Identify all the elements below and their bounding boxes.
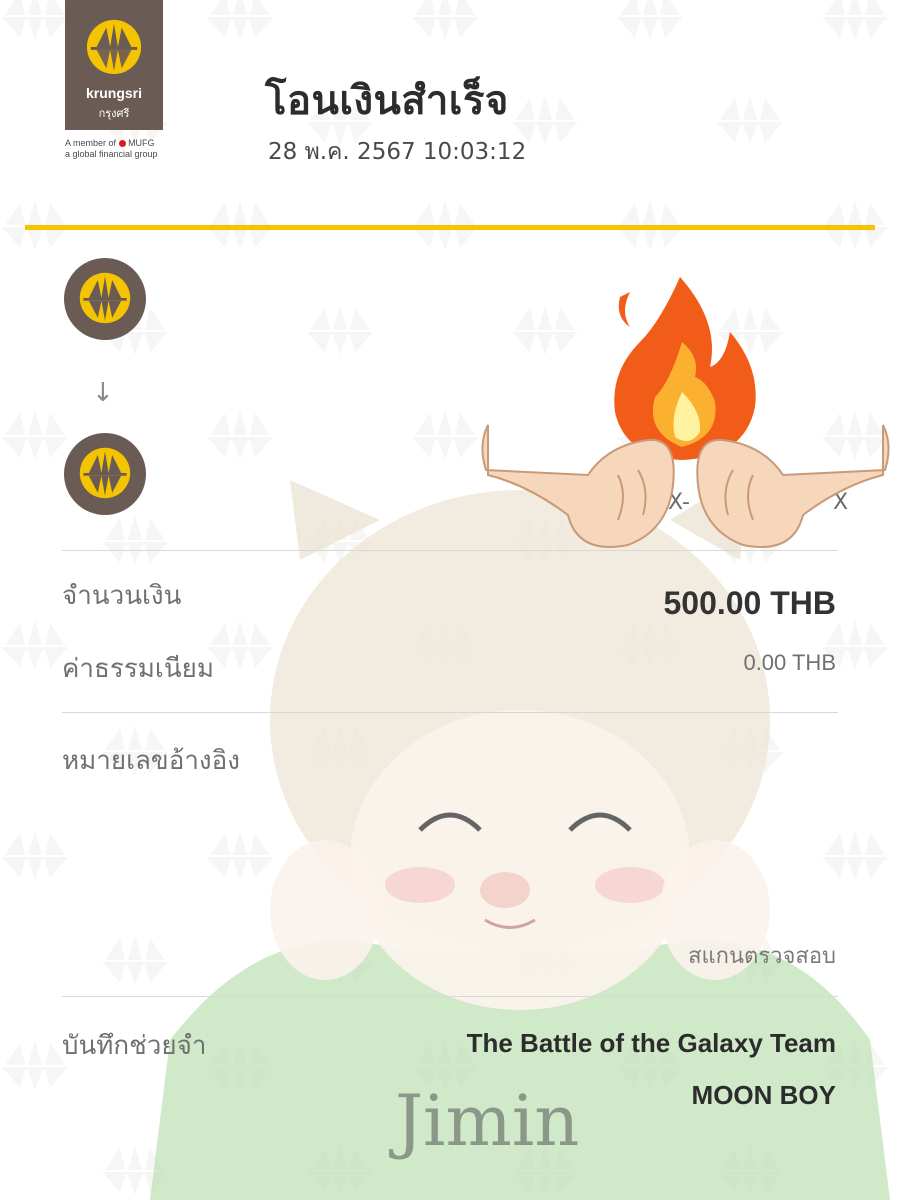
watermark-logo-icon — [205, 0, 275, 40]
watermark-logo-icon — [0, 410, 70, 460]
watermark-logo-icon — [510, 305, 580, 355]
memo-label: บันทึกช่วยจำ — [62, 1031, 207, 1061]
krungsri-brand-logo: krungsri กรุงศรี — [65, 0, 163, 130]
tagline-member-text: A member of — [65, 138, 117, 148]
mufg-logo-icon — [118, 140, 126, 148]
memo-text-line2: MOON BOY — [691, 1080, 836, 1110]
tagline-group-name: MUFG — [128, 138, 155, 148]
reference-label: หมายเลขอ้างอิง — [62, 746, 240, 776]
brand-tagline: A member of MUFG a global financial grou… — [65, 138, 185, 160]
tagline-group-text: a global financial group — [65, 149, 158, 159]
watermark-logo-icon — [0, 0, 70, 40]
character-caption: Jimin — [395, 1080, 580, 1162]
memo-text-line1: The Battle of the Galaxy Team — [466, 1028, 836, 1058]
section-divider — [62, 712, 838, 713]
header-divider — [25, 225, 875, 230]
transaction-timestamp: 28 พ.ค. 2567 10:03:12 — [268, 139, 527, 165]
watermark-logo-icon — [410, 0, 480, 40]
krungsri-logo-icon — [86, 19, 142, 75]
brand-name: krungsri — [85, 85, 142, 101]
krungsri-logo-icon — [79, 272, 131, 324]
section-divider — [62, 996, 838, 997]
watermark-logo-icon — [0, 1040, 70, 1090]
krungsri-logo-icon — [79, 447, 131, 499]
fee-value: 0.00 THB — [743, 650, 836, 675]
to-account-bank-logo — [64, 433, 146, 515]
watermark-logo-icon — [305, 305, 375, 355]
watermark-logo-icon — [715, 95, 785, 145]
amount-label: จำนวนเงิน — [62, 581, 182, 611]
fist-bump-icon — [481, 424, 890, 548]
scan-verify-link[interactable]: สแกนตรวจสอบ — [688, 938, 836, 973]
arrow-down-icon: ↓ — [92, 378, 114, 408]
brand-name-thai: กรุงศรี — [98, 107, 130, 120]
watermark-logo-icon — [0, 620, 70, 670]
fee-label: ค่าธรรมเนียม — [62, 654, 214, 684]
watermark-logo-icon — [820, 0, 890, 40]
page-title: โอนเงินสำเร็จ — [265, 78, 509, 124]
watermark-logo-icon — [205, 410, 275, 460]
from-account-bank-logo — [64, 258, 146, 340]
watermark-logo-icon — [410, 410, 480, 460]
watermark-logo-icon — [615, 0, 685, 40]
watermark-logo-icon — [0, 830, 70, 880]
amount-value: 500.00 THB — [663, 585, 836, 621]
